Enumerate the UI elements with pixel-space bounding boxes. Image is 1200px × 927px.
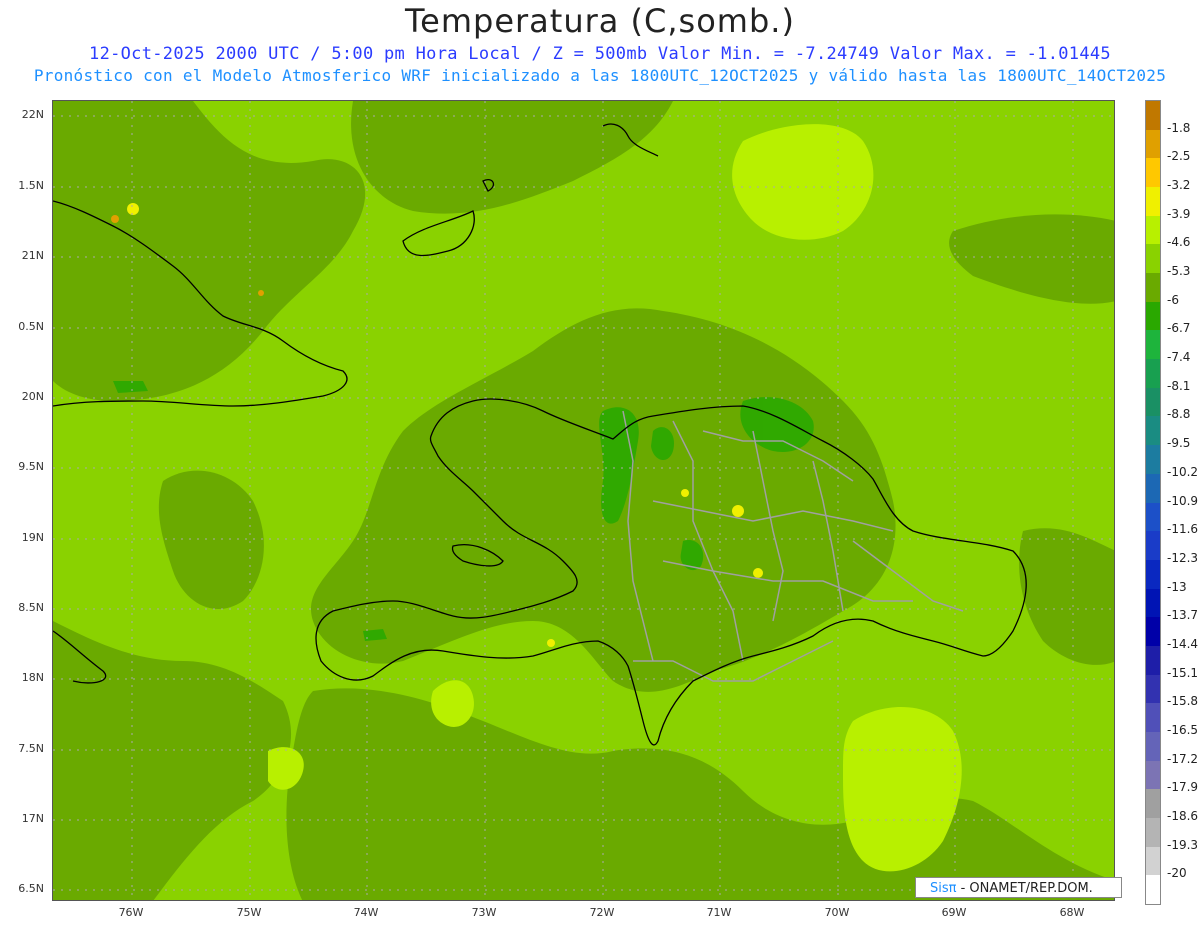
legend-swatch: [1146, 645, 1160, 676]
legend-label: -15.1: [1167, 665, 1199, 680]
legend-swatch: [1146, 817, 1160, 848]
legend-swatch: [1146, 703, 1160, 733]
legend-swatch: [1146, 531, 1160, 561]
lat-label: 21N: [21, 249, 44, 262]
legend-swatch: [1146, 502, 1160, 532]
legend-swatch: [1146, 674, 1160, 704]
lat-label: 0.5N: [18, 320, 44, 333]
lon-label: 71W: [706, 906, 732, 919]
legend-label: -12.3: [1167, 550, 1199, 565]
color-scale-bar: [1145, 100, 1161, 905]
legend-swatch: [1146, 473, 1160, 503]
lon-label: 73W: [471, 906, 497, 919]
legend-label: -9.5: [1167, 436, 1191, 451]
legend-label: -17.2: [1167, 751, 1199, 766]
model-info-line: Pronóstico con el Modelo Atmosferico WRF…: [33, 66, 1167, 85]
lon-label: 75W: [236, 906, 262, 919]
lon-label: 68W: [1059, 906, 1085, 919]
legend-label: -17.9: [1167, 780, 1199, 795]
legend-label: -13: [1167, 579, 1187, 594]
lat-label: 7.5N: [18, 742, 44, 755]
map-title: Temperatura (C,somb.): [405, 2, 795, 40]
lat-label: 20N: [21, 390, 44, 403]
legend-label: -3.9: [1167, 206, 1191, 221]
lon-label: 69W: [941, 906, 967, 919]
legend-swatch: [1146, 215, 1160, 245]
legend-label: -14.4: [1167, 636, 1199, 651]
legend-swatch: [1146, 789, 1160, 819]
legend-label: -19.3: [1167, 837, 1199, 852]
legend-swatch: [1146, 244, 1160, 274]
lat-label: 22N: [21, 108, 44, 121]
credit-text: - ONAMET/REP.DOM.: [956, 881, 1093, 896]
legend-label: -6: [1167, 292, 1179, 307]
credit-box: Sisπ - ONAMET/REP.DOM.: [915, 877, 1122, 898]
legend-label: -10.2: [1167, 464, 1199, 479]
legend-swatch: [1146, 617, 1160, 647]
lat-label: 1.5N: [18, 179, 44, 192]
legend-label: -2.5: [1167, 149, 1191, 164]
lat-label: 18N: [21, 671, 44, 684]
legend-swatch: [1146, 416, 1160, 446]
legend-label: -8.1: [1167, 378, 1191, 393]
legend-swatch: [1146, 158, 1160, 188]
legend-swatch: [1146, 330, 1160, 360]
lat-label: 6.5N: [18, 882, 44, 895]
legend-label: -1.8: [1167, 120, 1191, 135]
legend-label: -18.6: [1167, 808, 1199, 823]
sispi-logo-text: Sisπ: [930, 881, 957, 896]
valid-time-line: 12-Oct-2025 2000 UTC / 5:00 pm Hora Loca…: [89, 44, 1111, 64]
legend-swatch: [1146, 101, 1160, 131]
legend-label: -7.4: [1167, 350, 1191, 365]
legend-swatch: [1146, 129, 1160, 159]
legend-swatch: [1146, 846, 1160, 876]
legend-swatch: [1146, 187, 1160, 217]
temperature-map: [52, 100, 1115, 901]
lon-label: 70W: [824, 906, 850, 919]
legend-swatch: [1146, 273, 1160, 303]
legend-swatch: [1146, 387, 1160, 417]
legend-label: -5.3: [1167, 264, 1191, 279]
lat-label: 19N: [21, 531, 44, 544]
lon-label: 74W: [353, 906, 379, 919]
lat-label: 17N: [21, 812, 44, 825]
legend-label: -3.2: [1167, 178, 1191, 193]
legend-label: -8.8: [1167, 407, 1191, 422]
legend-swatch: [1146, 559, 1160, 590]
legend-label: -11.6: [1167, 522, 1199, 537]
legend-label: -16.5: [1167, 722, 1199, 737]
legend-label: -13.7: [1167, 608, 1199, 623]
map-canvas: [53, 101, 1114, 900]
legend-swatch: [1146, 445, 1160, 475]
legend-label: -6.7: [1167, 321, 1191, 336]
legend-swatch: [1146, 359, 1160, 389]
legend-label: -15.8: [1167, 694, 1199, 709]
legend-swatch: [1146, 301, 1160, 331]
legend-label: -4.6: [1167, 235, 1191, 250]
lat-label: 9.5N: [18, 460, 44, 473]
lon-label: 72W: [589, 906, 615, 919]
legend-swatch: [1146, 731, 1160, 762]
legend-label: -20: [1167, 866, 1187, 881]
legend-swatch: [1146, 588, 1160, 618]
legend-label: -10.9: [1167, 493, 1199, 508]
lat-label: 8.5N: [18, 601, 44, 614]
legend-swatch: [1146, 875, 1160, 905]
lon-label: 76W: [118, 906, 144, 919]
legend-swatch: [1146, 760, 1160, 790]
